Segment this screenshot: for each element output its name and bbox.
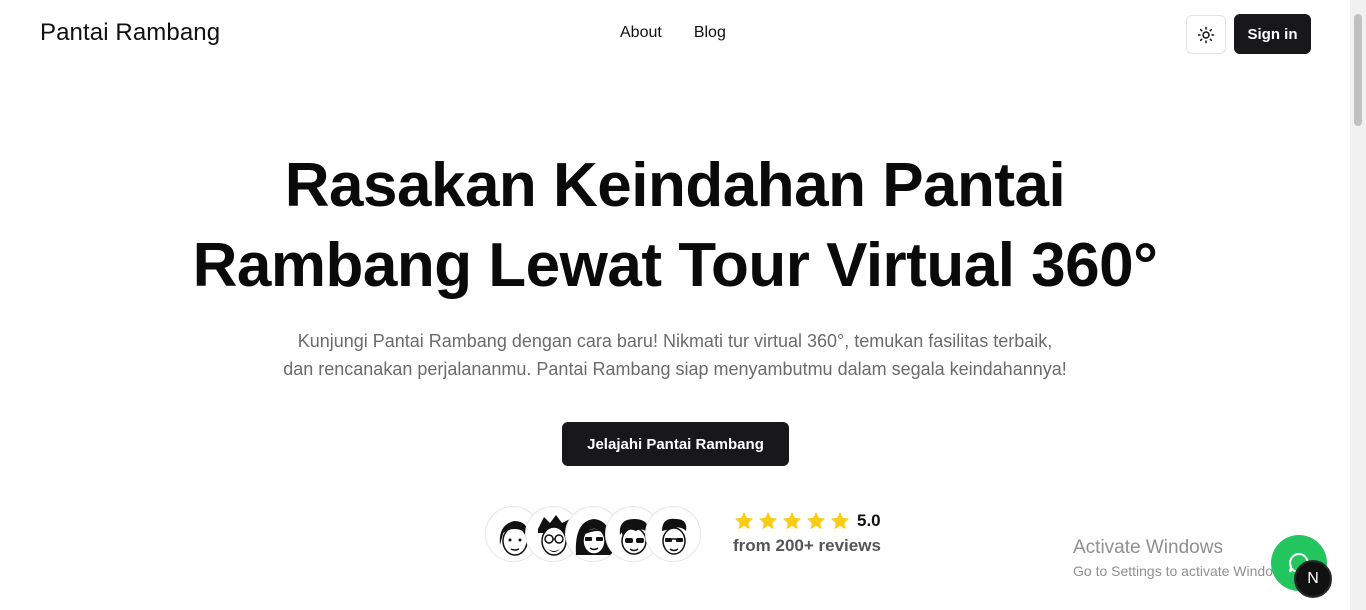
reviewer-avatars bbox=[485, 506, 705, 562]
activate-subtitle: Go to Settings to activate Windows. bbox=[1073, 563, 1294, 579]
rating-summary: 5.0 from 200+ reviews bbox=[733, 510, 881, 556]
star-icon bbox=[734, 511, 754, 530]
star-icon bbox=[782, 511, 802, 530]
nav-about-link[interactable]: About bbox=[620, 24, 662, 42]
star-rating: 5.0 bbox=[733, 510, 881, 532]
person-face-icon bbox=[662, 518, 687, 555]
page-scrollbar[interactable] bbox=[1350, 0, 1366, 610]
top-navbar: Pantai Rambang About Blog Sign in bbox=[0, 0, 1350, 68]
windows-activation-watermark: Activate Windows Go to Settings to activ… bbox=[1073, 537, 1294, 582]
scrollbar-thumb[interactable] bbox=[1354, 14, 1362, 126]
avatar bbox=[645, 506, 701, 562]
hero-subtitle: Kunjungi Pantai Rambang dengan cara baru… bbox=[0, 327, 1350, 383]
rating-value: 5.0 bbox=[857, 511, 881, 530]
reviews-count: from 200+ reviews bbox=[733, 536, 881, 555]
star-icon bbox=[758, 511, 778, 530]
hero-subtitle-line-2: dan rencanakan perjalananmu. Pantai Ramb… bbox=[283, 359, 1067, 379]
hero-title: Rasakan Keindahan Pantai Rambang Lewat T… bbox=[0, 146, 1350, 306]
hero-title-line-1: Rasakan Keindahan Pantai bbox=[284, 151, 1066, 220]
theme-toggle-button[interactable] bbox=[1186, 15, 1226, 54]
star-icon bbox=[830, 511, 850, 530]
main-nav: About Blog bbox=[620, 24, 726, 42]
activate-title: Activate Windows bbox=[1073, 537, 1223, 558]
explore-cta-button[interactable]: Jelajahi Pantai Rambang bbox=[562, 422, 789, 466]
sun-icon bbox=[1197, 26, 1215, 43]
nav-blog-link[interactable]: Blog bbox=[694, 24, 726, 42]
star-icon bbox=[806, 511, 826, 530]
hero-title-line-2: Rambang Lewat Tour Virtual 360° bbox=[192, 231, 1158, 300]
sign-in-button[interactable]: Sign in bbox=[1234, 14, 1311, 54]
dev-tools-badge[interactable]: N bbox=[1294, 560, 1332, 598]
hero-subtitle-line-1: Kunjungi Pantai Rambang dengan cara baru… bbox=[297, 331, 1053, 351]
brand-logo[interactable]: Pantai Rambang bbox=[40, 19, 220, 47]
